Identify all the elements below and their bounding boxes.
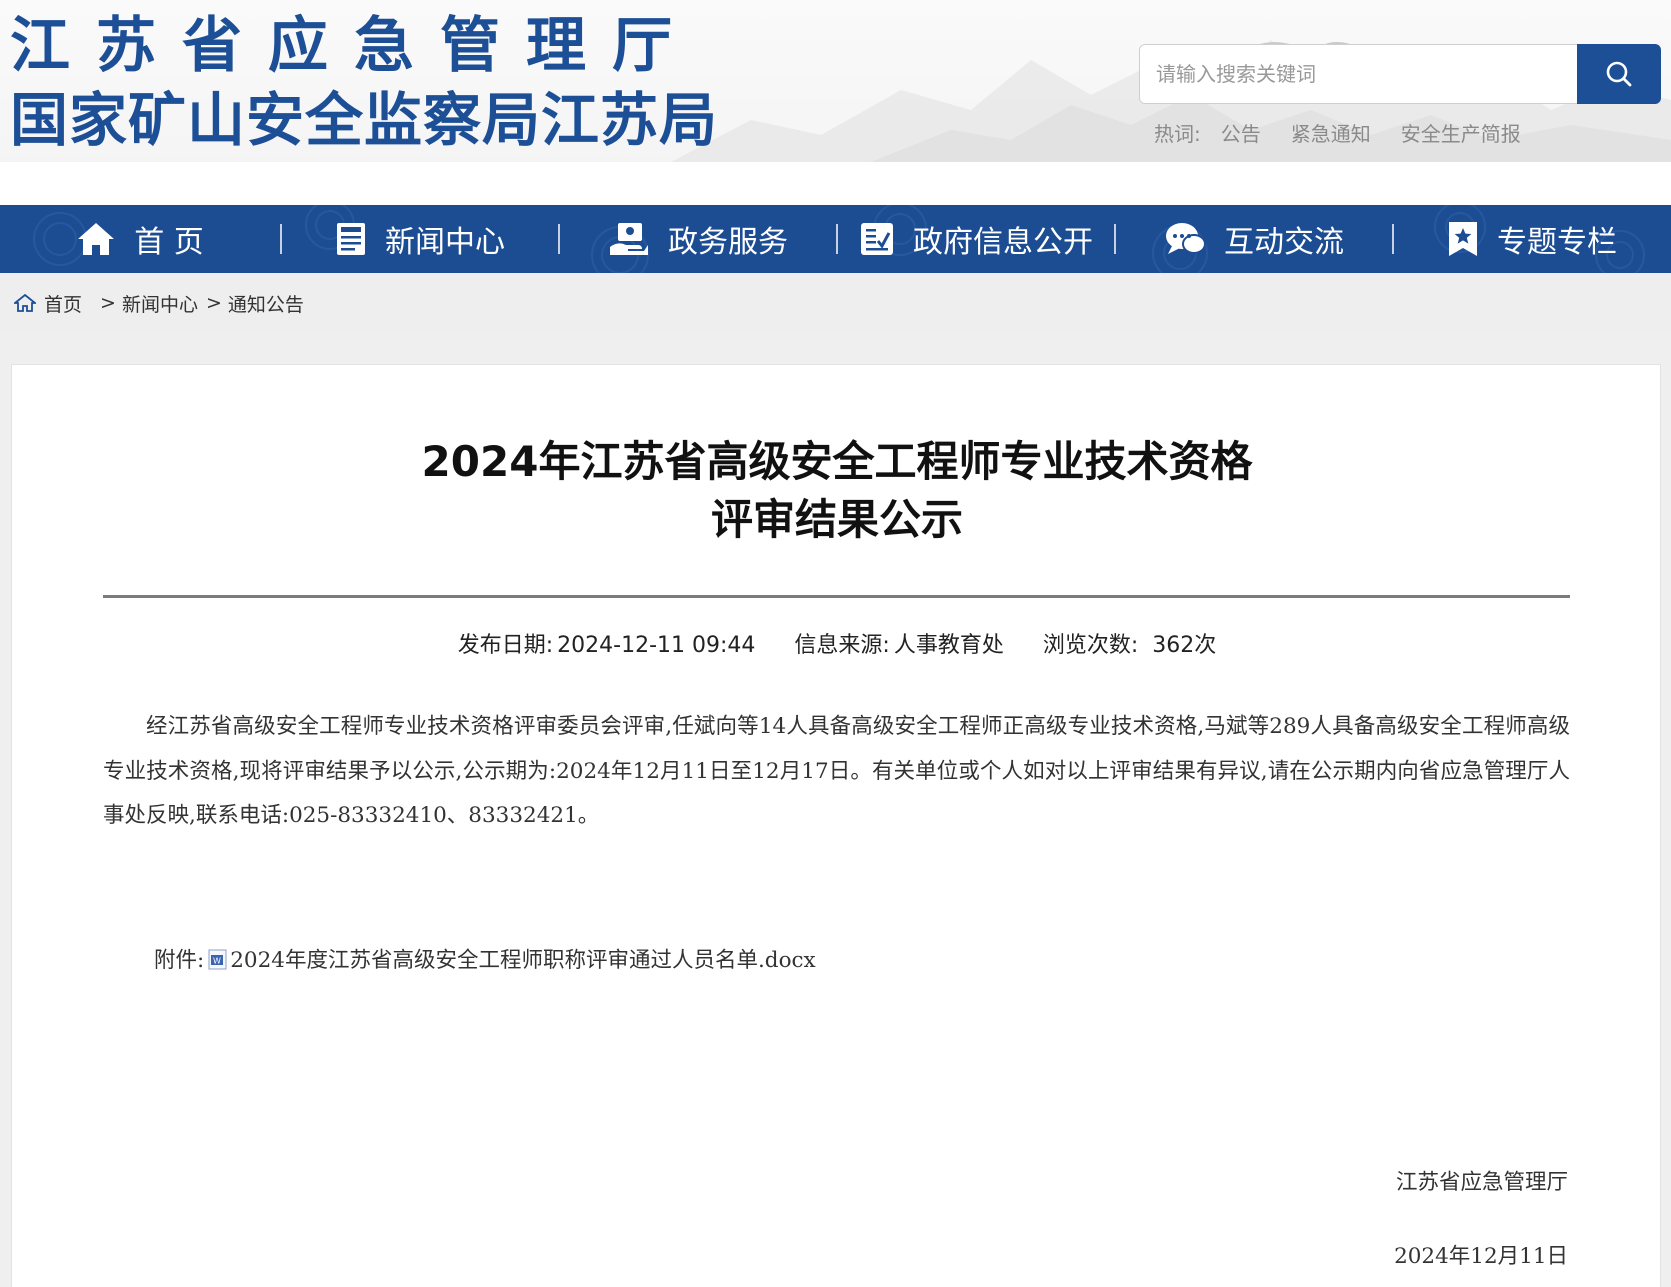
bookmark-star-icon <box>1449 222 1477 256</box>
nav-item-special[interactable]: 专题专栏 <box>1394 205 1670 273</box>
word-document-icon: W <box>208 949 227 969</box>
article-card: 2024年江苏省高级安全工程师专业技术资格 评审结果公示 发布日期: 2024-1… <box>11 364 1661 1287</box>
breadcrumb-separator: > <box>100 292 116 314</box>
logo-title-line1: 江苏省应急管理厅 <box>10 11 698 81</box>
views-count: 362次 <box>1152 633 1217 658</box>
views-label: 浏览次数: <box>1042 633 1139 658</box>
service-icon <box>610 223 648 255</box>
nav-label: 政府信息公开 <box>913 225 1093 260</box>
publish-label: 发布日期: <box>457 633 554 658</box>
views-info: 浏览次数: 362次 <box>1043 633 1216 658</box>
attachment-filename: 2024年度江苏省高级安全工程师职称评审通过人员名单.docx <box>230 948 816 973</box>
breadcrumb: 首页 > 新闻中心 > 通知公告 <box>0 273 1671 333</box>
hotword-link[interactable]: 紧急通知 <box>1291 118 1371 147</box>
article-body: 经江苏省高级安全工程师专业技术资格评审委员会评审,任斌向等14人具备高级安全工程… <box>103 714 1570 828</box>
source-value: 人事教育处 <box>893 633 1004 658</box>
signature-date: 2024年12月11日 <box>1394 1244 1568 1269</box>
source-info: 信息来源: 人事教育处 <box>794 633 1003 658</box>
publish-date: 2024-12-11 09:44 <box>557 633 756 658</box>
attachment-link[interactable]: W 2024年度江苏省高级安全工程师职称评审通过人员名单.docx <box>204 943 816 974</box>
main-nav: 首 页 新闻中心 政务服务 政府信息公开 互动交流 专题专栏 <box>0 205 1671 273</box>
nav-item-news[interactable]: 新闻中心 <box>282 205 558 273</box>
search-icon <box>1606 61 1632 87</box>
chat-icon <box>1166 223 1206 254</box>
breadcrumb-separator: > <box>205 292 222 314</box>
article-title-line1: 2024年江苏省高级安全工程师专业技术资格 <box>421 437 1253 486</box>
attachment: 附件: W 2024年度江苏省高级安全工程师职称评审通过人员名单.docx <box>154 943 816 974</box>
logo-title-line2: 国家矿山安全监察局江苏局 <box>10 86 719 154</box>
hotword-link[interactable]: 安全生产简报 <box>1401 118 1521 147</box>
hotwords: 热词: 公告 紧急通知 安全生产简报 <box>1154 118 1551 147</box>
nav-item-gov-info[interactable]: 政府信息公开 <box>838 205 1114 273</box>
nav-label: 新闻中心 <box>385 225 505 260</box>
breadcrumb-notices[interactable]: 通知公告 <box>228 290 304 317</box>
article-title-line2: 评审结果公示 <box>710 495 963 544</box>
article-meta: 发布日期: 2024-12-11 09:44 信息来源: 人事教育处 浏览次数: 36… <box>12 627 1662 659</box>
search-input[interactable] <box>1139 44 1577 104</box>
site-logo[interactable]: 江苏省应急管理厅 国家矿山安全监察局江苏局 <box>10 10 718 156</box>
nav-label: 政务服务 <box>668 225 788 260</box>
home-icon <box>14 294 36 312</box>
breadcrumb-home-label: 首页 <box>44 293 83 316</box>
nav-label: 首 页 <box>134 225 204 260</box>
hotword-link[interactable]: 公告 <box>1221 118 1261 147</box>
info-disclosure-icon <box>861 223 893 255</box>
nav-item-home[interactable]: 首 页 <box>0 205 280 273</box>
nav-item-services[interactable]: 政务服务 <box>560 205 836 273</box>
site-header: 江苏省应急管理厅 国家矿山安全监察局江苏局 热词: 公告 紧急通知 安全生产简报 <box>0 0 1671 205</box>
hotwords-label: 热词: <box>1154 122 1201 146</box>
news-icon <box>337 223 365 255</box>
source-label: 信息来源: <box>794 633 890 658</box>
nav-item-interaction[interactable]: 互动交流 <box>1116 205 1392 273</box>
nav-label: 互动交流 <box>1224 225 1344 260</box>
attachment-label: 附件: <box>154 948 205 973</box>
article-title: 2024年江苏省高级安全工程师专业技术资格 评审结果公示 <box>12 433 1662 549</box>
search-button[interactable] <box>1577 44 1661 104</box>
breadcrumb-home[interactable]: 首页 <box>14 290 82 317</box>
title-divider <box>103 595 1570 598</box>
home-icon <box>78 223 115 255</box>
signature-organization: 江苏省应急管理厅 <box>1395 1170 1568 1195</box>
nav-label: 专题专栏 <box>1497 225 1617 260</box>
publish-info: 发布日期: 2024-12-11 09:44 <box>458 633 756 658</box>
svg-text:W: W <box>213 956 221 965</box>
breadcrumb-news[interactable]: 新闻中心 <box>122 290 198 317</box>
search-bar <box>1139 44 1661 104</box>
